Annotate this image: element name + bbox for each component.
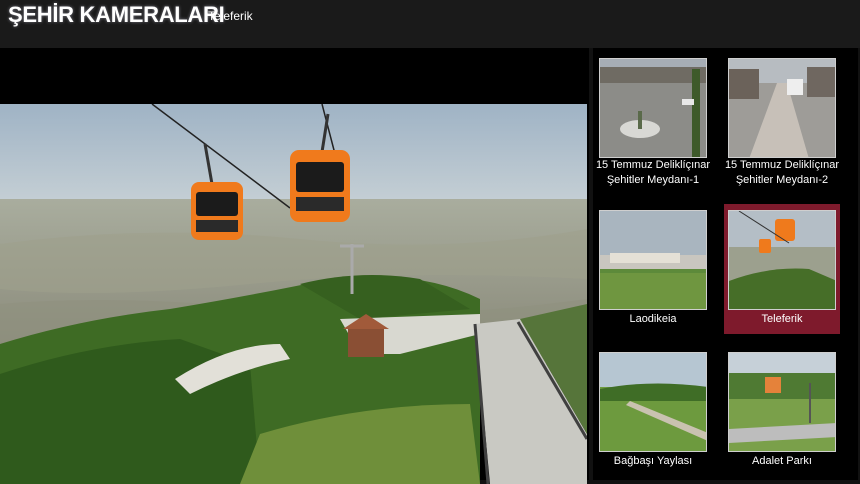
- current-camera-name: Teleferik: [208, 9, 253, 23]
- camera-item-label: Adalet Parkı: [752, 455, 812, 467]
- camera-item-label: Teleferik: [761, 313, 803, 325]
- page-title: ŞEHİR KAMERALARI: [8, 2, 225, 27]
- camera-item-adalet-parki[interactable]: Adalet Parkı: [724, 346, 840, 476]
- camera-thumbnail: [599, 58, 707, 158]
- camera-item-label: Bağbaşı Yaylası: [613, 455, 693, 467]
- video-player: [0, 48, 589, 484]
- camera-item-teleferik[interactable]: Teleferik: [724, 204, 840, 334]
- camera-thumbnail: [599, 210, 707, 310]
- camera-thumbnail: [728, 352, 836, 452]
- camera-item-laodikeia[interactable]: Laodikeia: [595, 204, 711, 334]
- live-camera-view[interactable]: [0, 104, 587, 484]
- camera-list: 15 Temmuz Deliklíçınar Şehitler Meydanı-…: [593, 48, 858, 480]
- top-bar: ŞEHİR KAMERALARI Teleferik: [0, 0, 860, 48]
- camera-item-15-temmuz-1[interactable]: 15 Temmuz Deliklíçınar Şehitler Meydanı-…: [595, 52, 711, 186]
- camera-item-15-temmuz-2[interactable]: 15 Temmuz Deliklíçınar Şehitler Meydanı-…: [724, 52, 840, 186]
- camera-thumbnail: [728, 58, 836, 158]
- camera-item-label: 15 Temmuz Deliklíçınar Şehitler Meydanı-…: [595, 159, 711, 186]
- camera-thumbnail: [728, 210, 836, 310]
- camera-item-label: 15 Temmuz Deliklíçınar Şehitler Meydanı-…: [724, 159, 840, 186]
- camera-item-label: Laodikeia: [629, 313, 677, 325]
- camera-thumbnail: [599, 352, 707, 452]
- camera-item-bagbasi-yaylasi[interactable]: Bağbaşı Yaylası: [595, 346, 711, 476]
